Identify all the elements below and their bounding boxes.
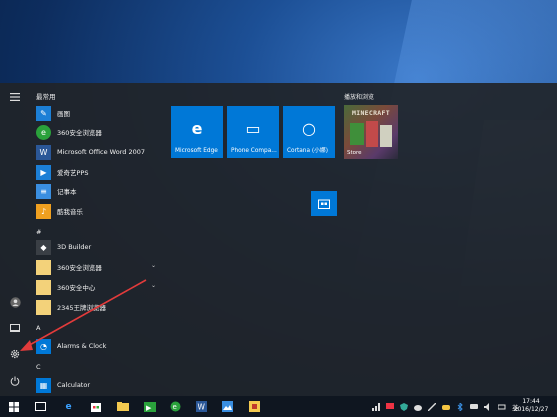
edge-taskbar-icon[interactable]: e — [61, 399, 76, 414]
tile-phone-companion[interactable]: ▭ Phone Compa... — [227, 106, 279, 158]
tile-microsoft-edge[interactable]: e Microsoft Edge — [171, 106, 223, 158]
battery-icon — [498, 404, 506, 409]
app-label: 画图 — [57, 110, 70, 118]
tile-label: Cortana (小娜) — [287, 148, 328, 154]
section-letter-hash[interactable]: # — [36, 228, 41, 236]
paint-icon: ✎ — [36, 105, 51, 121]
cloud-icon — [414, 404, 422, 411]
system-tray-icons[interactable]: 英 — [372, 396, 519, 417]
taskbar-clock[interactable]: 17:44 2016/12/27 — [511, 398, 551, 414]
skeleton-figure — [380, 125, 392, 147]
hamburger-menu-icon[interactable] — [6, 89, 24, 105]
3d-builder-icon: ◆ — [36, 239, 51, 255]
chevron-down-icon[interactable]: ⌄ — [151, 262, 156, 269]
app-item-3d-builder[interactable]: ◆ 3D Builder — [36, 238, 158, 256]
app-label: 360安全中心 — [57, 284, 96, 292]
bluetooth-icon — [457, 402, 463, 411]
app-label: 2345王牌浏览器 — [57, 304, 107, 312]
svg-text:e: e — [173, 403, 177, 411]
iqiyi-icon: ▶ — [36, 164, 51, 180]
svg-text:▶: ▶ — [146, 404, 152, 412]
play-group-title[interactable]: 播放和浏览 — [344, 92, 374, 101]
volume-icon — [484, 402, 489, 411]
clock-time: 17:44 — [522, 398, 540, 405]
app-folder-360-browser[interactable]: 360安全浏览器 ⌄ — [36, 258, 158, 276]
app-item-360-browser[interactable]: e 360安全浏览器 — [36, 123, 158, 141]
iqiyi-taskbar-icon[interactable]: ▶ — [142, 399, 157, 414]
app-item-kuwo[interactable]: ♪ 酷我音乐 — [36, 202, 158, 220]
shield-icon — [400, 402, 408, 411]
task-view-icon[interactable] — [33, 399, 48, 414]
word-icon: W — [36, 144, 51, 160]
game-icon — [442, 404, 450, 410]
app-label: Calculator — [57, 381, 91, 389]
alarm-clock-icon: ◔ — [36, 338, 51, 354]
browser-2345-icon — [36, 299, 51, 315]
app-item-alarms-clock[interactable]: ◔ Alarms & Clock — [36, 337, 158, 355]
start-menu: 最常用 ✎ 画图 e 360安全浏览器 W Microsoft Office W… — [0, 83, 557, 396]
minecraft-title: MINECRAFT — [352, 109, 390, 117]
app-taskbar-icon[interactable] — [247, 399, 262, 414]
app-item-paint[interactable]: ✎ 画图 — [36, 104, 158, 122]
app-item-notepad[interactable]: ≡ 记事本 — [36, 182, 158, 200]
app-label: 3D Builder — [57, 243, 92, 251]
360-browser-taskbar-icon[interactable]: e — [168, 399, 183, 414]
power-icon[interactable] — [6, 373, 24, 389]
network-icon — [372, 402, 380, 411]
app-label: 360安全浏览器 — [57, 129, 102, 137]
folder-icon — [36, 279, 51, 295]
start-rail — [0, 83, 30, 396]
app-list: 最常用 ✎ 画图 e 360安全浏览器 W Microsoft Office W… — [30, 83, 160, 396]
cortana-icon: ○ — [302, 119, 316, 138]
phone-companion-icon: ▭ — [245, 119, 261, 138]
section-letter-c[interactable]: C — [36, 363, 41, 371]
app-item-calculator[interactable]: ▦ Calculator — [36, 376, 158, 394]
pen-icon — [428, 402, 436, 411]
clock-date: 2016/12/27 — [513, 406, 549, 413]
app-label: 记事本 — [57, 188, 77, 196]
tile-minecraft[interactable]: MINECRAFT Store — [344, 105, 398, 159]
app-item-word[interactable]: W Microsoft Office Word 2007 — [36, 143, 158, 161]
windows-start-icon[interactable] — [6, 399, 21, 414]
app-label: Microsoft Office Word 2007 — [57, 148, 146, 156]
store-bag-icon — [318, 199, 330, 209]
tile-cortana[interactable]: ○ Cortana (小娜) — [283, 106, 335, 158]
folder-icon — [36, 259, 51, 275]
taskbar: e ▶ e W 英 17:44 2016/12/27 — [0, 396, 557, 417]
notepad-icon: ≡ — [36, 183, 51, 199]
app-item-iqiyi[interactable]: ▶ 爱奇艺PPS — [36, 163, 158, 181]
creeper-figure — [350, 123, 364, 145]
app-label: 爱奇艺PPS — [57, 169, 89, 177]
tile-small-app[interactable] — [311, 191, 337, 216]
explorer-folder-icon[interactable] — [115, 399, 130, 414]
file-explorer-icon[interactable] — [6, 320, 24, 336]
360-browser-icon: e — [36, 124, 51, 140]
user-avatar-icon[interactable] — [6, 294, 24, 310]
app-label: 360安全浏览器 — [57, 264, 102, 272]
tile-label: Phone Compa... — [231, 148, 277, 154]
app-item-2345-browser[interactable]: 2345王牌浏览器 — [36, 298, 158, 316]
chevron-down-icon[interactable]: ⌄ — [151, 282, 156, 289]
most-used-header: 最常用 — [36, 93, 56, 101]
kuwo-icon: ♪ — [36, 203, 51, 219]
hero-figure — [366, 121, 378, 147]
app-folder-360-security[interactable]: 360安全中心 ⌄ — [36, 278, 158, 296]
flag-icon — [386, 402, 394, 409]
chat-icon — [470, 403, 478, 409]
tile-label: Microsoft Edge — [175, 148, 218, 154]
store-taskbar-icon[interactable] — [88, 399, 103, 414]
store-label: Store — [347, 150, 362, 156]
calculator-icon: ▦ — [36, 377, 51, 393]
section-letter-a[interactable]: A — [36, 324, 40, 332]
app-label: Alarms & Clock — [57, 342, 107, 350]
edge-icon: e — [191, 119, 203, 138]
photos-taskbar-icon[interactable] — [220, 399, 235, 414]
svg-text:W: W — [198, 403, 206, 412]
word-taskbar-icon[interactable]: W — [194, 399, 209, 414]
app-label: 酷我音乐 — [57, 208, 83, 216]
settings-gear-icon[interactable] — [6, 346, 24, 362]
